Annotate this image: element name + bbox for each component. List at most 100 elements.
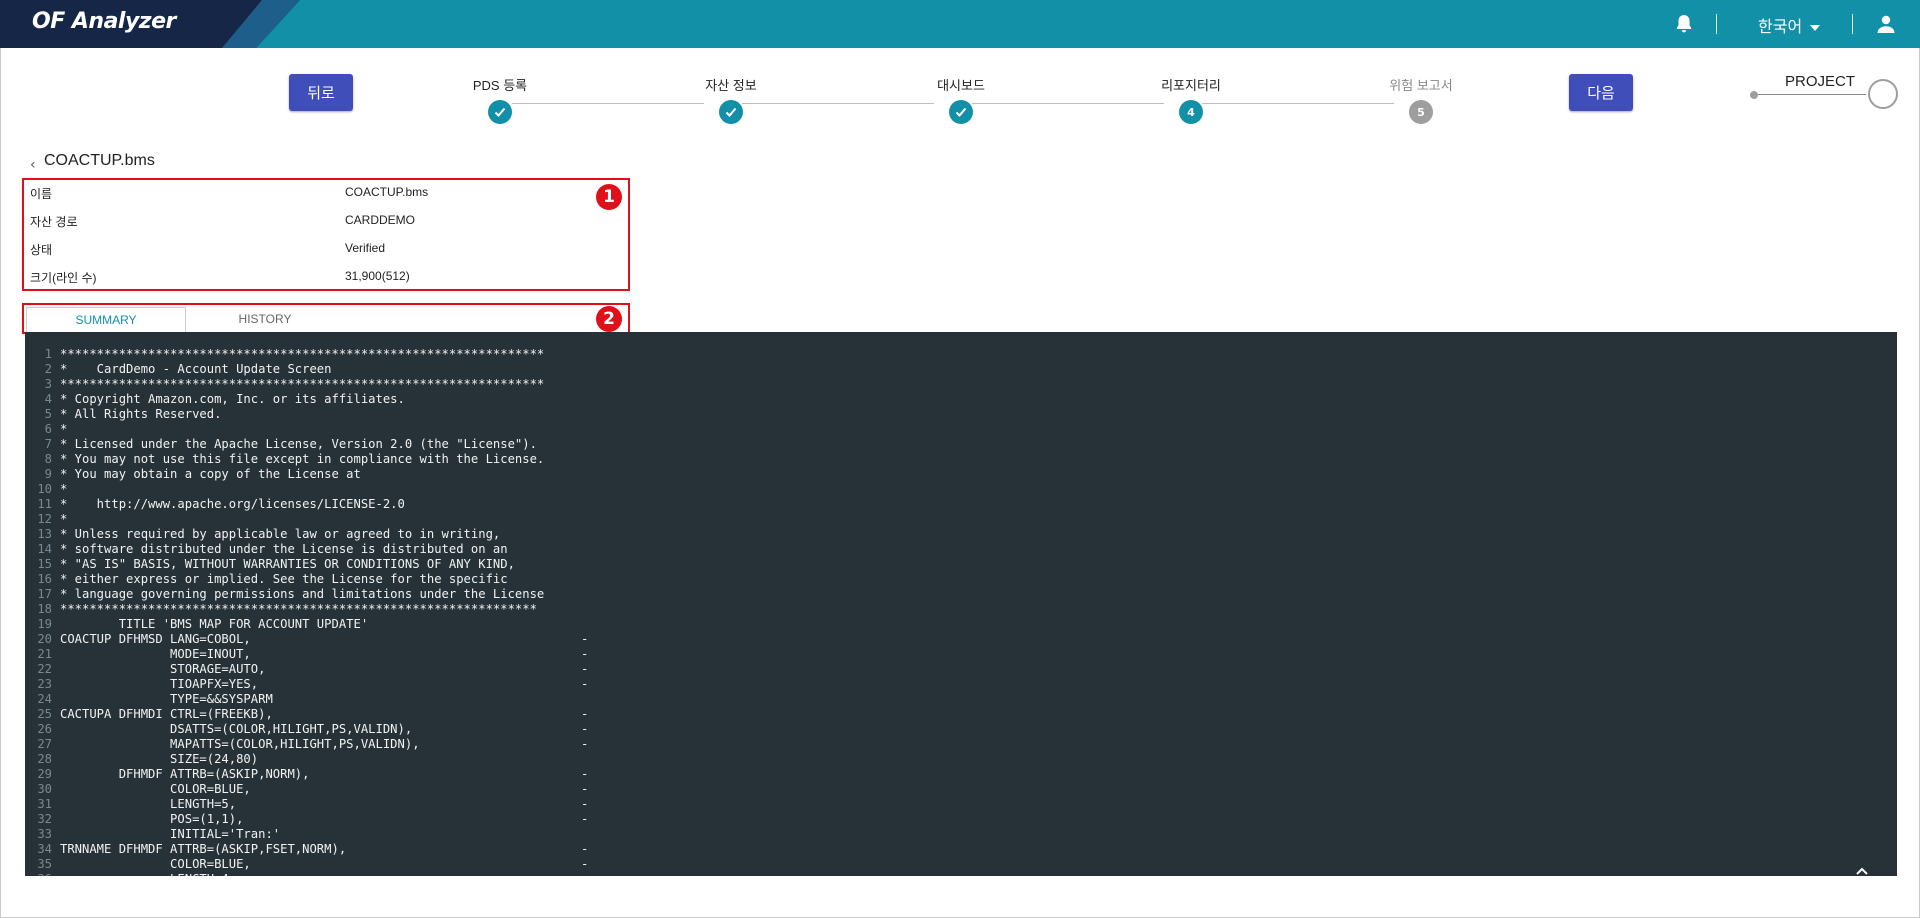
step-label: 위험 보고서 <box>1389 78 1453 93</box>
tab-summary[interactable]: SUMMARY <box>26 307 186 332</box>
project-dot <box>1750 91 1758 99</box>
annotation-badge-1: 1 <box>596 184 622 210</box>
code-text: * You may not use this file except in co… <box>60 452 545 466</box>
line-number: 34 <box>37 842 52 856</box>
code-text: * "AS IS" BASIS, WITHOUT WARRANTIES OR C… <box>60 557 515 571</box>
step-repository[interactable]: 리포지터리 4 <box>1131 78 1251 124</box>
code-text: * All Rights Reserved. <box>60 407 222 421</box>
next-button[interactable]: 다음 <box>1569 74 1633 111</box>
step-label: 자산 정보 <box>705 78 757 93</box>
line-number: 16 <box>37 572 52 586</box>
line-number: 29 <box>37 767 52 781</box>
line-number: 22 <box>37 662 52 676</box>
language-selector[interactable]: 한국어 <box>1758 13 1821 37</box>
code-line: 15 * "AS IS" BASIS, WITHOUT WARRANTIES OR… <box>25 557 588 572</box>
code-text: * http://www.apache.org/licenses/LICENSE… <box>60 497 405 511</box>
code-line: 16 * either express or implied. See the L… <box>25 572 588 587</box>
header-divider <box>1852 14 1853 34</box>
code-text: DFHMDF ATTRB=(ASKIP,NORM), - <box>60 767 589 781</box>
code-text: * Copyright Amazon.com, Inc. or its affi… <box>60 392 405 406</box>
code-line: 25 CACTUPA DFHMDI CTRL=(FREEKB), - <box>25 707 588 722</box>
code-line: 1 ***************************************… <box>25 347 588 362</box>
code-line: 30 COLOR=BLUE, - <box>25 782 588 797</box>
code-text: ****************************************… <box>60 377 545 391</box>
code-text: * You may obtain a copy of the License a… <box>60 467 361 481</box>
code-text: MAPATTS=(COLOR,HILIGHT,PS,VALIDN), - <box>60 737 589 751</box>
code-text: COLOR=BLUE, - <box>60 782 589 796</box>
project-line <box>1756 94 1866 95</box>
line-number: 21 <box>37 647 52 661</box>
code-line: 10 * <box>25 482 588 497</box>
step-label: 리포지터리 <box>1161 78 1221 93</box>
code-text: * language governing permissions and lim… <box>60 587 545 601</box>
annotation-badge-2: 2 <box>596 306 622 332</box>
project-circle-icon[interactable] <box>1868 79 1898 109</box>
code-text: SIZE=(24,80) <box>60 752 259 766</box>
tab-history[interactable]: HISTORY <box>186 307 344 331</box>
line-number: 11 <box>37 497 52 511</box>
code-line: 28 SIZE=(24,80) <box>25 752 588 767</box>
chevron-left-icon[interactable]: ‹ <box>30 157 36 173</box>
code-text: * either express or implied. See the Lic… <box>60 572 508 586</box>
line-number: 28 <box>37 752 52 766</box>
line-number: 10 <box>37 482 52 496</box>
step-number: 4 <box>1179 100 1203 124</box>
check-icon <box>719 100 743 124</box>
code-text: STORAGE=AUTO, - <box>60 662 589 676</box>
line-number: 20 <box>37 632 52 646</box>
code-text: INITIAL='Tran:' <box>60 827 281 841</box>
code-text: * Licensed under the Apache License, Ver… <box>60 437 537 451</box>
code-line: 19 TITLE 'BMS MAP FOR ACCOUNT UPDATE' <box>25 617 588 632</box>
info-label-status: 상태 <box>30 243 53 257</box>
line-number: 4 <box>44 392 52 406</box>
code-text: ****************************************… <box>60 347 545 361</box>
scroll-to-top-icon[interactable] <box>1855 866 1869 876</box>
code-text: * <box>60 512 68 526</box>
user-icon[interactable] <box>1874 12 1898 36</box>
code-line: 34 TRNNAME DFHMDF ATTRB=(ASKIP,FSET,NORM)… <box>25 842 588 857</box>
line-number: 35 <box>37 857 52 871</box>
info-value-asset-path: CARDDEMO <box>345 213 416 227</box>
code-text: TITLE 'BMS MAP FOR ACCOUNT UPDATE' <box>60 617 369 631</box>
code-text: LENGTH=4, - <box>60 872 588 876</box>
code-text: * software distributed under the License… <box>60 542 508 556</box>
code-line: 22 STORAGE=AUTO, - <box>25 662 588 677</box>
code-text: LENGTH=5, - <box>60 797 589 811</box>
code-line: 35 COLOR=BLUE, - <box>25 857 588 872</box>
top-navigation-bar: OF Analyzer 한국어 <box>0 0 1920 48</box>
line-number: 12 <box>37 512 52 526</box>
project-label: PROJECT <box>1785 73 1856 90</box>
step-risk-report[interactable]: 위험 보고서 5 <box>1361 78 1481 124</box>
line-number: 15 <box>37 557 52 571</box>
code-line: 36 LENGTH=4, - <box>25 872 588 876</box>
check-icon <box>949 100 973 124</box>
code-line: 27 MAPATTS=(COLOR,HILIGHT,PS,VALIDN), - <box>25 737 588 752</box>
line-number: 7 <box>44 437 52 451</box>
line-number: 30 <box>37 782 52 796</box>
info-label-name: 이름 <box>30 187 53 201</box>
code-text: * <box>60 422 68 436</box>
line-number: 17 <box>37 587 52 601</box>
line-number: 5 <box>44 407 52 421</box>
step-number: 5 <box>1409 100 1433 124</box>
step-pds-registration[interactable]: PDS 등록 <box>440 78 560 124</box>
info-label-size: 크기(라인 수) <box>30 271 97 285</box>
line-number: 14 <box>37 542 52 556</box>
line-number: 31 <box>37 797 52 811</box>
code-text: CACTUPA DFHMDI CTRL=(FREEKB), - <box>60 707 589 721</box>
code-line: 31 LENGTH=5, - <box>25 797 588 812</box>
bell-icon[interactable] <box>1672 12 1696 36</box>
app-logo[interactable]: OF Analyzer <box>32 9 176 34</box>
code-viewer[interactable]: 1 ***************************************… <box>25 332 1897 876</box>
code-text: * <box>60 482 68 496</box>
step-asset-info[interactable]: 자산 정보 <box>671 78 791 124</box>
info-value-name: COACTUP.bms <box>345 185 429 199</box>
code-line: 6 * <box>25 422 588 437</box>
back-button[interactable]: 뒤로 <box>289 74 353 111</box>
step-dashboard[interactable]: 대시보드 <box>901 78 1021 124</box>
code-line: 29 DFHMDF ATTRB=(ASKIP,NORM), - <box>25 767 588 782</box>
line-number: 1 <box>44 347 52 361</box>
line-number: 19 <box>37 617 52 631</box>
file-info-panel <box>22 178 630 291</box>
code-text: TRNNAME DFHMDF ATTRB=(ASKIP,FSET,NORM), … <box>60 842 589 856</box>
